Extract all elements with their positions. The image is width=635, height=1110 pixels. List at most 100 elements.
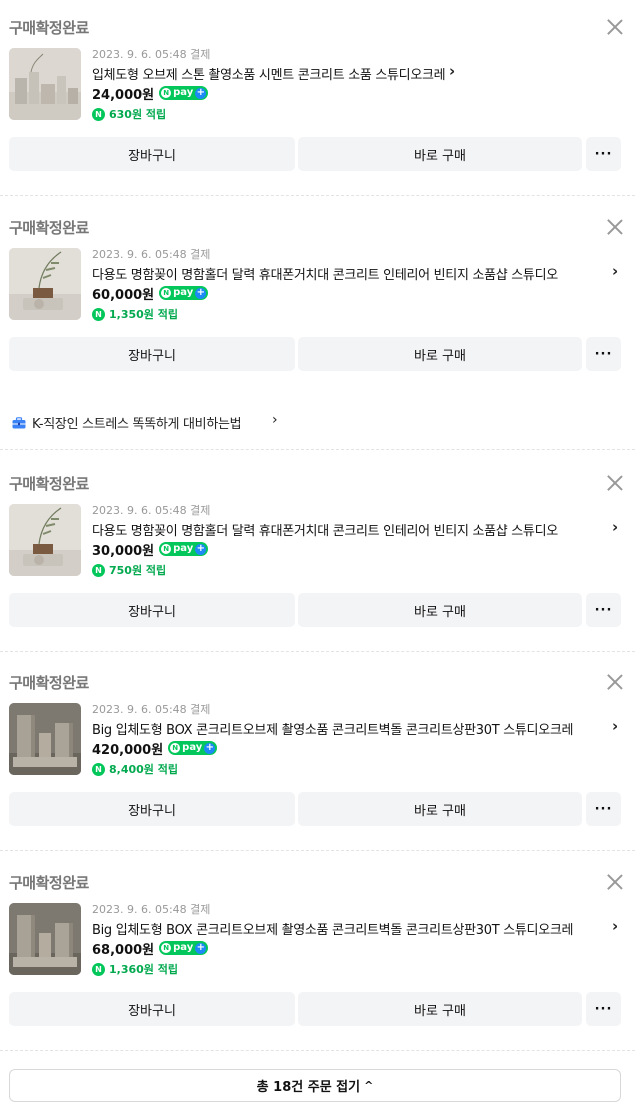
pay-label: pay <box>173 543 194 554</box>
briefcase-icon <box>12 417 26 429</box>
naver-point-icon: N <box>92 563 105 577</box>
order-card: 구매확정완료 2023. 9. 6. 05:48 결제 입체도형 오브제 스톤 … <box>0 0 635 196</box>
point-amount: 630원 적립 <box>109 108 167 121</box>
product-name[interactable]: 입체도형 오브제 스톤 촬영소품 시멘트 콘크리트 소품 스튜디오크레 <box>92 64 445 83</box>
collapse-label: 총 18건 주문 접기 <box>256 1080 361 1095</box>
naver-n-icon: N <box>161 544 172 554</box>
buy-now-button[interactable]: 바로 구매 <box>298 992 582 1026</box>
order-status: 구매확정완료 <box>9 19 89 37</box>
chevron-right-icon[interactable]: › <box>612 262 618 280</box>
point-row: N 8,400원 적립 <box>92 761 178 777</box>
point-row: N 1,360원 적립 <box>92 961 178 977</box>
product-price: 24,000원 <box>92 87 155 103</box>
price-row: 30,000원 N pay + <box>92 540 209 559</box>
plus-icon: + <box>195 543 207 555</box>
price-row: 420,000원 N pay + <box>92 739 218 758</box>
price-row: 60,000원 N pay + <box>92 284 209 303</box>
order-card: 구매확정완료 2023. 9. 6. 05:48 결제 Big 입체도형 BOX… <box>0 855 635 1051</box>
product-price: 30,000원 <box>92 543 155 559</box>
more-options-button[interactable]: ··· <box>586 593 621 627</box>
chevron-right-icon[interactable]: › <box>449 62 455 80</box>
close-icon[interactable] <box>607 874 623 890</box>
close-icon[interactable] <box>607 674 623 690</box>
naver-point-icon: N <box>92 107 105 121</box>
plus-icon: + <box>195 942 207 954</box>
cart-button[interactable]: 장바구니 <box>9 337 295 371</box>
point-amount: 1,350원 적립 <box>109 308 178 321</box>
product-name[interactable]: Big 입체도형 BOX 콘크리트오브제 촬영소품 콘크리트벽돌 콘크리트상판3… <box>92 919 602 938</box>
order-date: 2023. 9. 6. 05:48 결제 <box>92 504 211 517</box>
naver-n-icon: N <box>170 743 181 753</box>
buy-now-button[interactable]: 바로 구매 <box>298 337 582 371</box>
point-row: N 750원 적립 <box>92 562 166 578</box>
pay-label: pay <box>182 742 203 753</box>
naver-n-icon: N <box>161 943 172 953</box>
order-date: 2023. 9. 6. 05:48 결제 <box>92 903 211 916</box>
divider <box>0 195 635 196</box>
divider <box>0 651 635 652</box>
plus-icon: + <box>195 87 207 99</box>
product-thumbnail[interactable] <box>9 504 81 576</box>
more-options-button[interactable]: ··· <box>586 992 621 1026</box>
banner-text[interactable]: K-직장인 스트레스 똑똑하게 대비하는법 <box>32 413 242 432</box>
order-card: 구매확정완료 2023. 9. 6. 05:48 결제 다용도 명함꽂이 명함홀… <box>0 456 635 652</box>
chevron-right-icon[interactable]: › <box>612 518 618 536</box>
order-status: 구매확정완료 <box>9 674 89 692</box>
cart-button[interactable]: 장바구니 <box>9 992 295 1026</box>
more-options-button[interactable]: ··· <box>586 337 621 371</box>
point-row: N 630원 적립 <box>92 106 166 122</box>
more-options-button[interactable]: ··· <box>586 792 621 826</box>
point-amount: 1,360원 적립 <box>109 963 178 976</box>
chevron-right-icon[interactable]: › <box>272 412 278 428</box>
divider <box>0 449 635 450</box>
naver-point-icon: N <box>92 762 105 776</box>
close-icon[interactable] <box>607 219 623 235</box>
buy-now-button[interactable]: 바로 구매 <box>298 137 582 171</box>
order-status: 구매확정완료 <box>9 874 89 892</box>
npay-plus-badge: N pay + <box>159 86 209 100</box>
product-price: 60,000원 <box>92 287 155 303</box>
order-date: 2023. 9. 6. 05:48 결제 <box>92 48 211 61</box>
order-status: 구매확정완료 <box>9 219 89 237</box>
order-date: 2023. 9. 6. 05:48 결제 <box>92 703 211 716</box>
order-date: 2023. 9. 6. 05:48 결제 <box>92 248 211 261</box>
card-holder-image <box>9 248 81 320</box>
close-icon[interactable] <box>607 19 623 35</box>
cylinders-image <box>9 48 81 120</box>
product-name[interactable]: Big 입체도형 BOX 콘크리트오브제 촬영소품 콘크리트벽돌 콘크리트상판3… <box>92 719 602 738</box>
order-card: 구매확정완료 2023. 9. 6. 05:48 결제 Big 입체도형 BOX… <box>0 655 635 851</box>
pay-label: pay <box>173 287 194 298</box>
chevron-right-icon[interactable]: › <box>612 917 618 935</box>
cart-button[interactable]: 장바구니 <box>9 593 295 627</box>
naver-point-icon: N <box>92 307 105 321</box>
npay-plus-badge: N pay + <box>159 542 209 556</box>
order-status: 구매확정완료 <box>9 475 89 493</box>
divider <box>0 850 635 851</box>
price-row: 24,000원 N pay + <box>92 84 209 103</box>
product-thumbnail[interactable] <box>9 48 81 120</box>
concrete-boxes-image <box>9 703 81 775</box>
product-price: 420,000원 <box>92 742 164 758</box>
plus-icon: + <box>204 742 216 754</box>
product-thumbnail[interactable] <box>9 903 81 975</box>
divider <box>0 1050 635 1051</box>
buy-now-button[interactable]: 바로 구매 <box>298 792 582 826</box>
buy-now-button[interactable]: 바로 구매 <box>298 593 582 627</box>
chevron-up-icon: ^ <box>364 1079 374 1092</box>
price-row: 68,000원 N pay + <box>92 939 209 958</box>
point-amount: 750원 적립 <box>109 564 167 577</box>
npay-plus-badge: N pay + <box>168 741 218 755</box>
product-name[interactable]: 다용도 명함꽂이 명함홀더 달력 휴대폰거치대 콘크리트 인테리어 빈티지 소품… <box>92 520 602 539</box>
chevron-right-icon[interactable]: › <box>612 717 618 735</box>
cart-button[interactable]: 장바구니 <box>9 792 295 826</box>
product-thumbnail[interactable] <box>9 703 81 775</box>
cart-button[interactable]: 장바구니 <box>9 137 295 171</box>
more-options-button[interactable]: ··· <box>586 137 621 171</box>
point-amount: 8,400원 적립 <box>109 763 178 776</box>
order-card: 구매확정완료 2023. 9. 6. 05:48 결제 다용도 명함꽂이 명함홀… <box>0 200 635 396</box>
product-thumbnail[interactable] <box>9 248 81 320</box>
product-name[interactable]: 다용도 명함꽂이 명함홀더 달력 휴대폰거치대 콘크리트 인테리어 빈티지 소품… <box>92 264 602 283</box>
close-icon[interactable] <box>607 475 623 491</box>
collapse-orders-button[interactable]: 총 18건 주문 접기 ^ <box>9 1069 621 1102</box>
naver-point-icon: N <box>92 962 105 976</box>
